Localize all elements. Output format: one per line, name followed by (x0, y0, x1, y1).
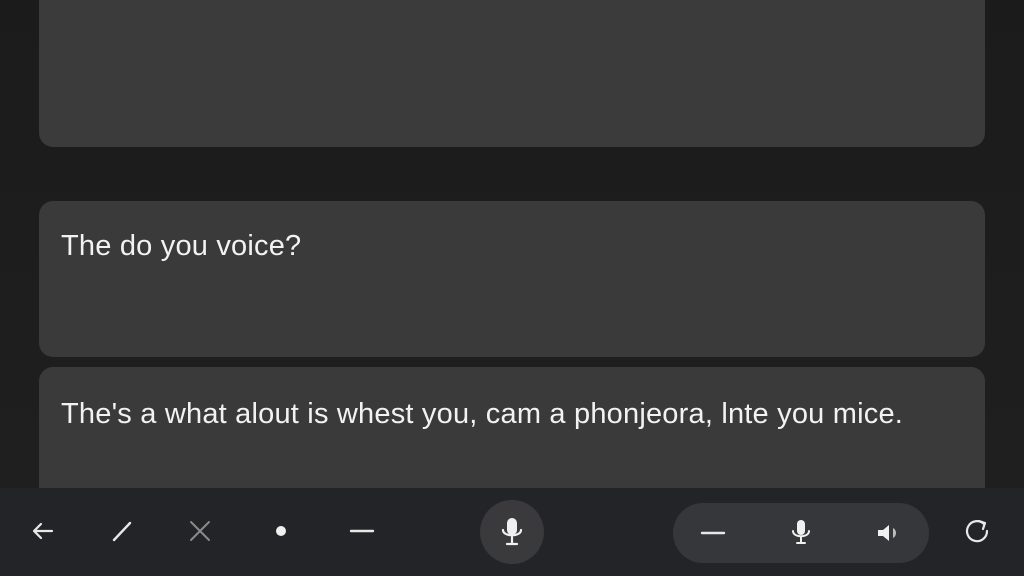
microphone-icon (501, 518, 523, 546)
dot-icon (276, 526, 286, 536)
voice-input-button[interactable] (480, 500, 544, 564)
minus-icon (349, 529, 375, 533)
bottom-toolbar (0, 488, 1024, 576)
minus-icon (700, 531, 726, 535)
pen-button[interactable] (102, 511, 142, 551)
speaker-button[interactable] (869, 513, 909, 553)
dot-button[interactable] (261, 511, 301, 551)
back-arrow-icon (32, 522, 54, 540)
message-text: The do you voice? (61, 230, 302, 262)
audio-mic-button[interactable] (781, 513, 821, 553)
close-button[interactable] (180, 511, 220, 551)
message-text: The's a what alout is whest you, cam a p… (61, 398, 904, 430)
refresh-icon (965, 519, 989, 543)
audio-controls (673, 503, 929, 563)
minus-button[interactable] (342, 511, 382, 551)
refresh-button[interactable] (957, 511, 997, 551)
pen-icon (112, 521, 132, 542)
audio-minus-button[interactable] (693, 513, 733, 553)
message-card: The do you voice? (39, 201, 985, 357)
microphone-icon (792, 520, 810, 544)
chat-screen: The do you voice? The's a what alout is … (0, 0, 1024, 576)
back-button[interactable] (23, 511, 63, 551)
speaker-icon (878, 525, 896, 541)
message-card-empty (39, 0, 985, 147)
close-icon (190, 521, 210, 541)
